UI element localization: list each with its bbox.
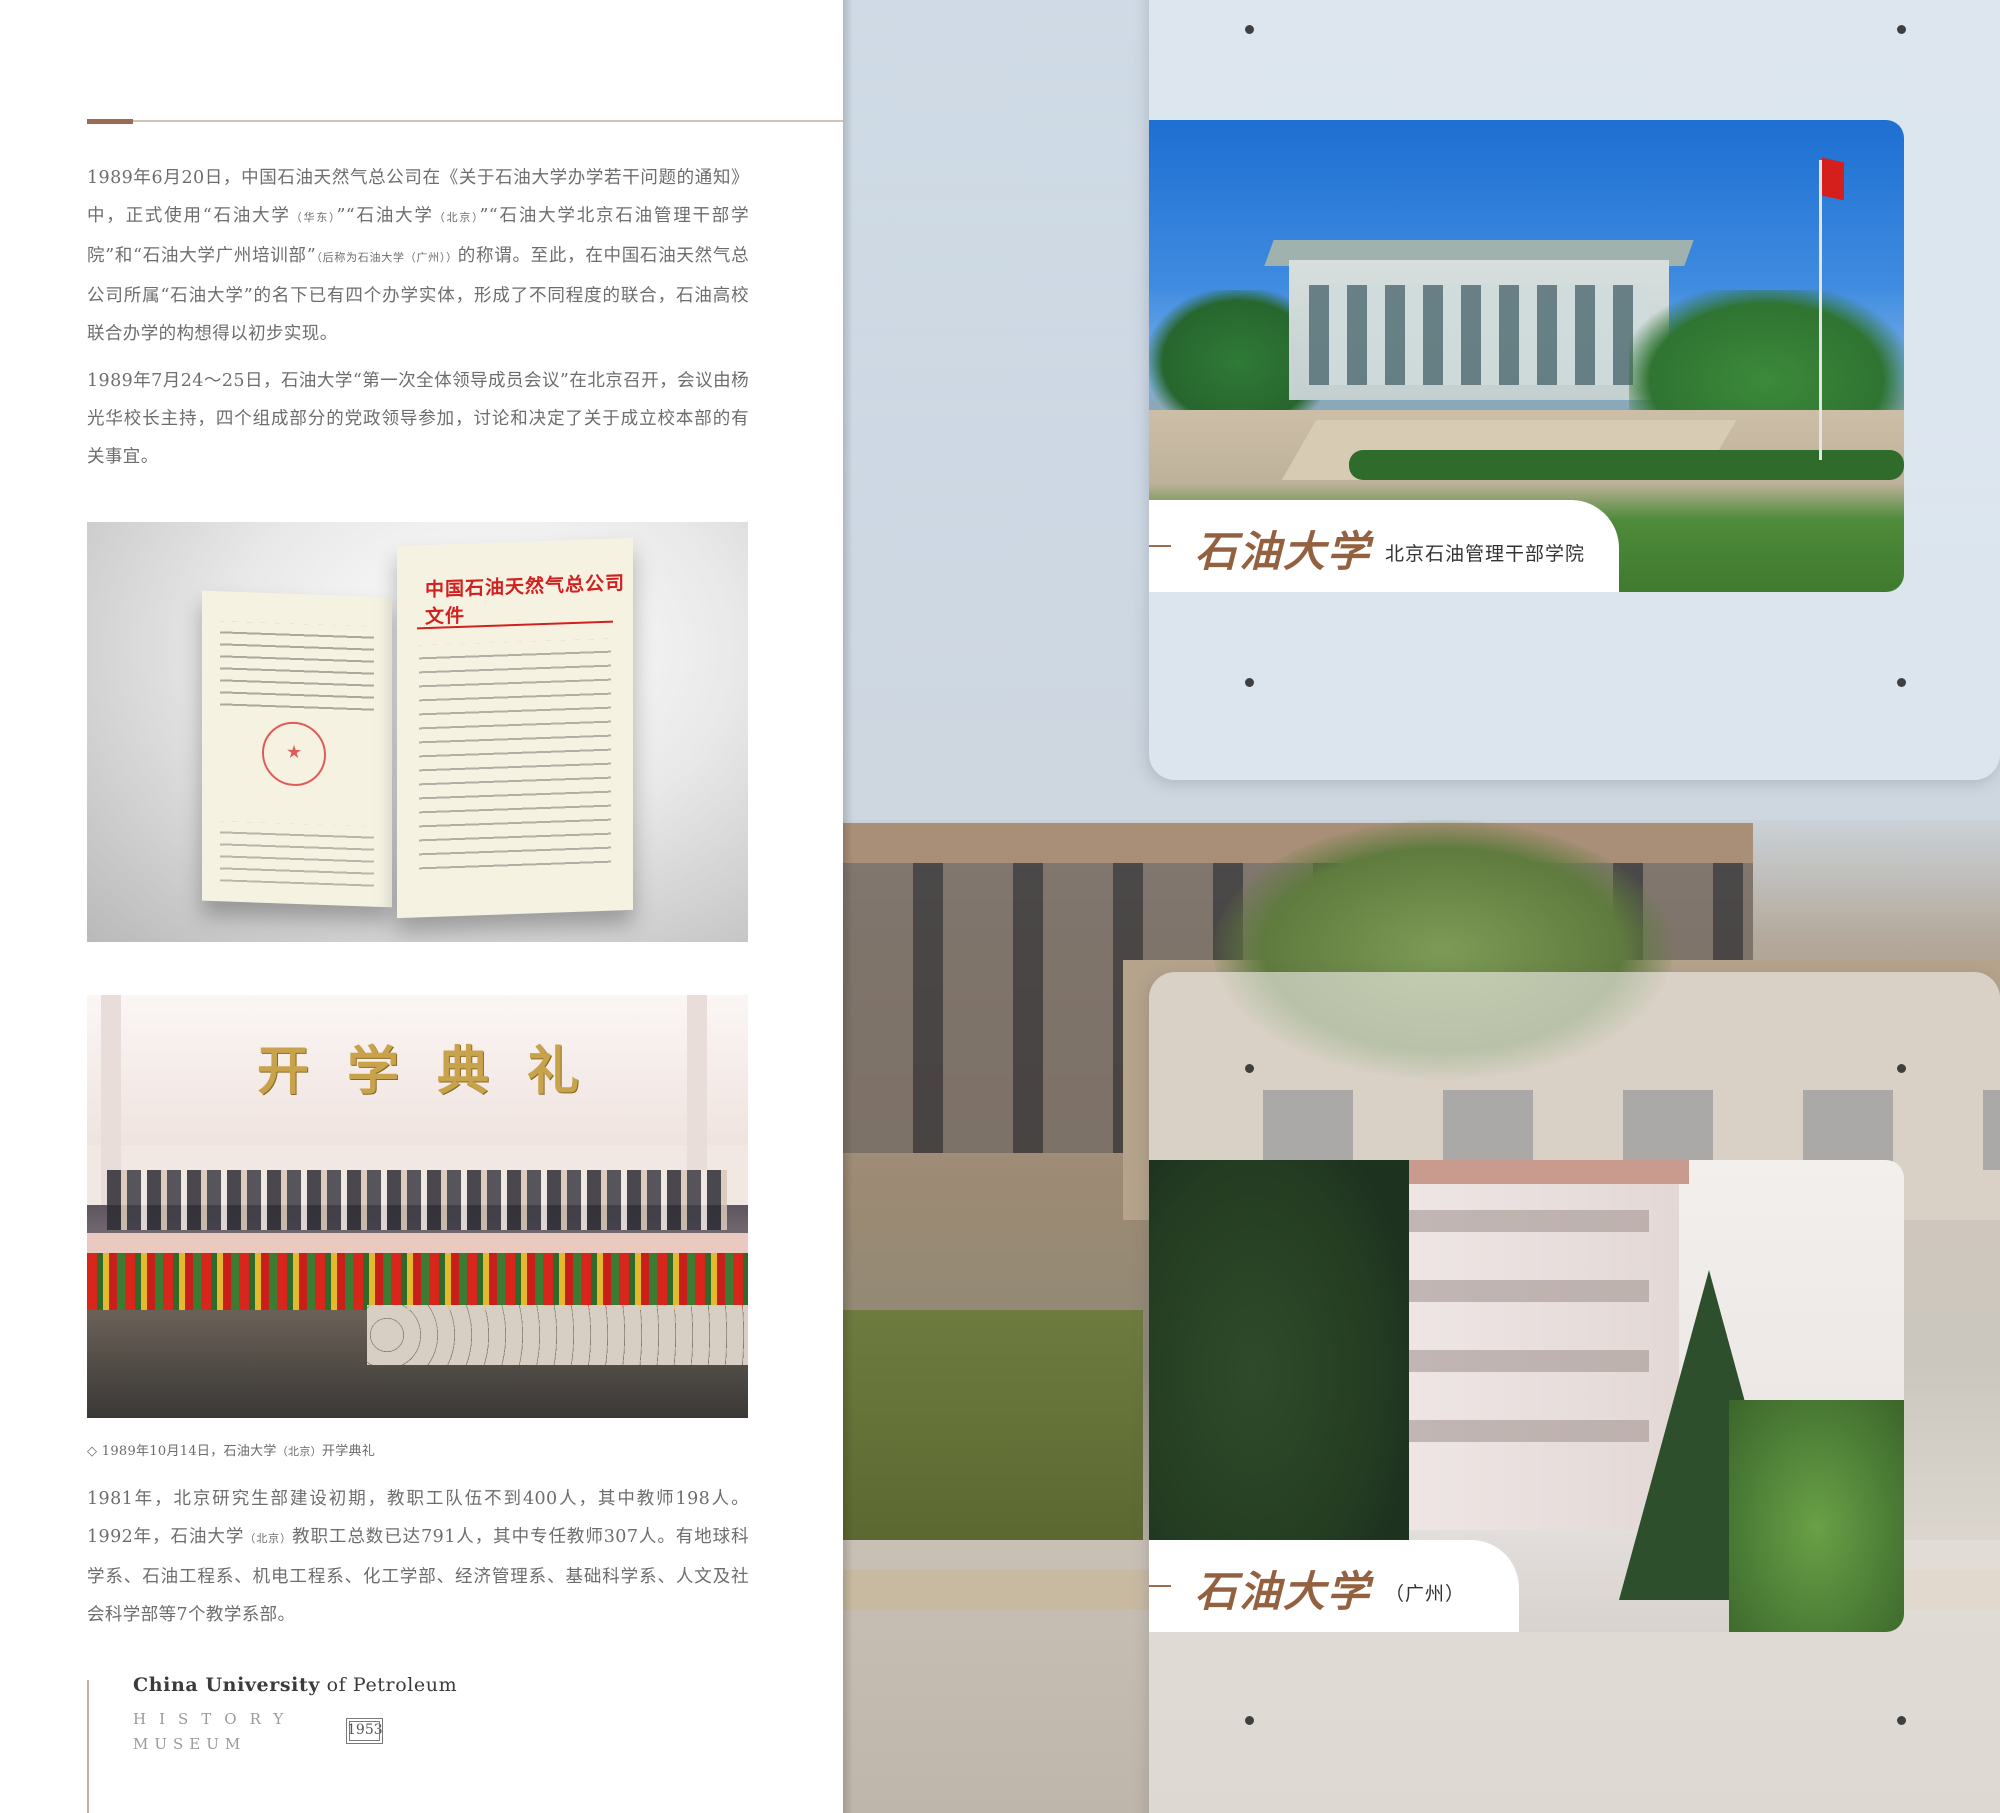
paragraph-1: 1989年6月20日，中国石油天然气总公司在《关于石油大学办学若干问题的通知》中…: [87, 168, 750, 344]
card-dot: [1897, 678, 1906, 687]
card-dot: [1897, 1716, 1906, 1725]
footer-year-stamp: 1953: [346, 1718, 383, 1744]
card-dot: [1897, 25, 1906, 34]
card-dot: [1245, 678, 1254, 687]
podium-people: [107, 1170, 727, 1230]
paragraph-3: 1981年，北京研究生部建设初期，教职工队伍不到400人，其中教师198人。19…: [87, 1489, 749, 1625]
card-dot: [1245, 1064, 1254, 1073]
card-dot: [1897, 1064, 1906, 1073]
calligraphy-logo: 石油大学: [1195, 527, 1372, 576]
top-divider-accent: [87, 119, 133, 124]
left-page: 1989年6月20日，中国石油天然气总公司在《关于石油大学办学若干问题的通知》中…: [0, 0, 843, 1813]
diamond-icon: ◇: [87, 1444, 98, 1459]
red-seal-icon: [262, 720, 326, 788]
campus-label-beijing: 石油大学 北京石油管理干部学院: [1149, 500, 1619, 592]
campus-name: （广州）: [1385, 1583, 1466, 1605]
photo-caption: ◇ 1989年10月14日，石油大学（北京）开学典礼: [87, 1444, 376, 1459]
calligraphy-logo: 石油大学: [1195, 1567, 1372, 1616]
footer-history: HISTORY: [133, 1710, 297, 1728]
page-gutter: [843, 0, 853, 1813]
document-photo: 中国石油天然气总公司文件: [87, 522, 748, 942]
footer-museum: MUSEUM: [133, 1735, 247, 1753]
document-left-page: [202, 590, 392, 908]
background-lawn: [843, 1310, 1143, 1570]
ceremony-photo: 开学典礼: [87, 995, 748, 1418]
flower-decoration: [87, 1253, 748, 1313]
flag-icon: [1822, 157, 1844, 201]
card-dot: [1245, 1716, 1254, 1725]
footer-title: China University of Petroleum: [133, 1674, 458, 1696]
campus-label-guangzhou: 石油大学 （广州）: [1149, 1540, 1519, 1632]
paragraph-2: 1989年7月24～25日，石油大学“第一次全体领导成员会议”在北京召开，会议由…: [87, 371, 749, 467]
card-dot: [1245, 25, 1254, 34]
campus-name: 北京石油管理干部学院: [1385, 543, 1586, 565]
document-right-page: 中国石油天然气总公司文件: [397, 537, 633, 919]
right-page: 石油大学 北京石油管理干部学院 石油大学 （广州）: [843, 0, 2000, 1813]
ceremony-banner: 开学典礼: [257, 1041, 618, 1102]
top-divider-rule: [87, 120, 843, 122]
footer-vertical-rule: [87, 1680, 89, 1813]
